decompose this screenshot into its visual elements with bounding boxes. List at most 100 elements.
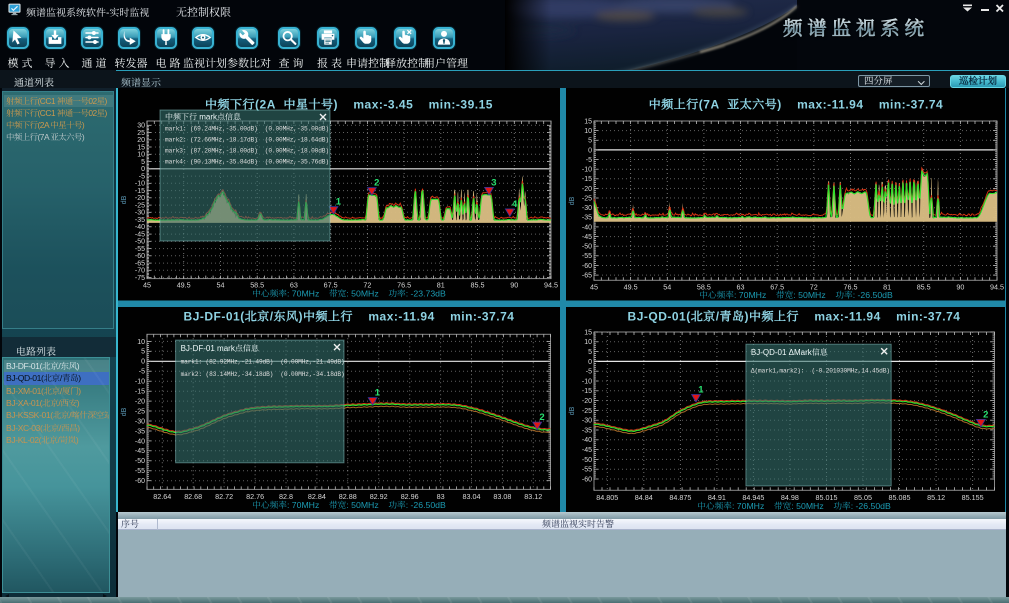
- svg-text:25: 25: [137, 130, 145, 137]
- svg-text:5: 5: [588, 349, 592, 356]
- svg-text:中频下行(2A 中星十号) max:-3.45: 中频下行(2A 中星十号) max:-3.45 min:-39.15: [205, 98, 493, 112]
- svg-text:10: 10: [137, 338, 145, 345]
- svg-text:10: 10: [584, 128, 592, 135]
- svg-text:-15: -15: [135, 388, 145, 395]
- svg-text:-55: -55: [581, 466, 591, 473]
- svg-text:5: 5: [588, 138, 592, 145]
- svg-text:-40: -40: [581, 437, 591, 444]
- svg-text:-20: -20: [135, 398, 145, 405]
- svg-text:dB: dB: [121, 195, 128, 204]
- svg-text:-55: -55: [135, 246, 145, 253]
- svg-text:85.155: 85.155: [961, 493, 983, 502]
- svg-text:-15: -15: [581, 176, 591, 183]
- svg-text:dB: dB: [569, 406, 576, 415]
- svg-text:-35: -35: [581, 215, 591, 222]
- svg-text:-60: -60: [135, 478, 145, 485]
- svg-text:85.5: 85.5: [916, 283, 930, 292]
- svg-text:Δ(mark1,mark2): (-0.201030MHz: Δ(mark1,mark2): (-0.201030MHz,14.45dB): [750, 367, 889, 374]
- svg-text:-40: -40: [135, 438, 145, 445]
- svg-text:49.5: 49.5: [177, 281, 191, 290]
- svg-text:-70: -70: [135, 268, 145, 275]
- svg-text:-30: -30: [135, 418, 145, 425]
- svg-text:dB: dB: [569, 196, 576, 205]
- svg-text:54: 54: [217, 281, 225, 290]
- svg-text:0: 0: [588, 358, 592, 365]
- svg-text:10: 10: [137, 152, 145, 159]
- svg-text:94.5: 94.5: [990, 283, 1004, 292]
- svg-text:85.5: 85.5: [471, 281, 485, 290]
- svg-text:15: 15: [584, 118, 592, 125]
- svg-text:84.805: 84.805: [596, 493, 618, 502]
- svg-text:0: 0: [141, 166, 145, 173]
- svg-text:-50: -50: [581, 244, 591, 251]
- svg-text:-10: -10: [581, 378, 591, 385]
- svg-text:83.12: 83.12: [524, 492, 542, 501]
- svg-text:-65: -65: [135, 261, 145, 268]
- svg-text:3: 3: [491, 177, 496, 188]
- svg-text:-60: -60: [135, 253, 145, 260]
- svg-text:15: 15: [584, 329, 592, 336]
- svg-text:5: 5: [141, 348, 145, 355]
- svg-text:中心频率: 70MHz 带宽: 50MHz 功率: 中心频率: 70MHz 带宽: 50MHz 功率: -26.50dB: [697, 501, 891, 511]
- svg-text:中心频率: 70MHz 带宽: 50MHz 功率: 中心频率: 70MHz 带宽: 50MHz 功率: -26.50dB: [699, 290, 893, 300]
- svg-text:2: 2: [983, 409, 988, 420]
- svg-text:0: 0: [588, 147, 592, 154]
- svg-text:mark2: (72.66MHz,-18.17dB) (0: mark2: (72.66MHz,-18.17dB) (0.00MHz,-18.…: [165, 137, 329, 144]
- svg-text:-10: -10: [581, 167, 591, 174]
- svg-text:中频下行 mark点信息: 中频下行 mark点信息: [165, 113, 242, 122]
- svg-text:82.64: 82.64: [153, 492, 171, 501]
- svg-text:-15: -15: [135, 188, 145, 195]
- svg-text:mark1: (69.24MHz,-35.00dB) (0: mark1: (69.24MHz,-35.00dB) (0.00MHz,-35.…: [165, 126, 329, 133]
- svg-text:45: 45: [143, 281, 151, 290]
- svg-text:2: 2: [539, 412, 544, 423]
- svg-text:mark3: (87.20MHz,-18.00dB) (0: mark3: (87.20MHz,-18.00dB) (0.00MHz,-18.…: [165, 148, 329, 155]
- svg-text:中心频率: 70MHz 带宽: 50MHz 功率: 中心频率: 70MHz 带宽: 50MHz 功率: -26.50dB: [252, 500, 446, 510]
- svg-text:1: 1: [698, 384, 704, 395]
- svg-text:-45: -45: [581, 234, 591, 241]
- svg-text:-60: -60: [581, 476, 591, 483]
- svg-text:-20: -20: [581, 186, 591, 193]
- svg-text:49.5: 49.5: [623, 283, 637, 292]
- svg-text:90: 90: [956, 283, 964, 292]
- svg-text:5: 5: [141, 159, 145, 166]
- svg-text:-25: -25: [581, 196, 591, 203]
- svg-text:-5: -5: [585, 157, 591, 164]
- svg-text:82.72: 82.72: [215, 492, 233, 501]
- svg-text:84.875: 84.875: [669, 493, 691, 502]
- svg-text:-40: -40: [135, 224, 145, 231]
- svg-text:BJ-QD-01 ΔMark信息: BJ-QD-01 ΔMark信息: [750, 348, 828, 357]
- svg-text:15: 15: [137, 144, 145, 151]
- svg-text:-20: -20: [135, 195, 145, 202]
- svg-text:10: 10: [584, 339, 592, 346]
- svg-text:-45: -45: [581, 447, 591, 454]
- svg-text:82.68: 82.68: [184, 492, 202, 501]
- svg-text:-30: -30: [581, 205, 591, 212]
- svg-text:-55: -55: [581, 253, 591, 260]
- svg-text:84.84: 84.84: [634, 493, 652, 502]
- svg-text:-50: -50: [581, 456, 591, 463]
- svg-text:中心频率: 70MHz 带宽: 50MHz 功率: 中心频率: 70MHz 带宽: 50MHz 功率: -23.73dB: [252, 289, 446, 299]
- svg-text:-15: -15: [581, 388, 591, 395]
- svg-text:0: 0: [141, 358, 145, 365]
- svg-text:-55: -55: [135, 468, 145, 475]
- svg-text:-25: -25: [581, 407, 591, 414]
- svg-text:-65: -65: [581, 273, 591, 280]
- svg-text:20: 20: [137, 137, 145, 144]
- svg-text:85.12: 85.12: [927, 493, 945, 502]
- svg-text:-30: -30: [581, 417, 591, 424]
- svg-text:4: 4: [512, 199, 518, 210]
- svg-text:BJ-DF-01 mark点信息: BJ-DF-01 mark点信息: [181, 344, 260, 353]
- svg-text:-35: -35: [135, 217, 145, 224]
- svg-text:mark4: (90.13MHz,-35.84dB) (0: mark4: (90.13MHz,-35.84dB) (0.00MHz,-35.…: [165, 159, 329, 166]
- svg-text:中频上行(7A 亚太六号) max:-11.94: 中频上行(7A 亚太六号) max:-11.94 min:-37.74: [648, 98, 942, 112]
- svg-text:-10: -10: [135, 378, 145, 385]
- svg-text:-35: -35: [135, 428, 145, 435]
- svg-text:-5: -5: [139, 368, 145, 375]
- svg-text:-5: -5: [585, 368, 591, 375]
- svg-text:-20: -20: [581, 398, 591, 405]
- svg-text:-40: -40: [581, 224, 591, 231]
- svg-text:-50: -50: [135, 239, 145, 246]
- svg-text:-10: -10: [135, 181, 145, 188]
- svg-text:-50: -50: [135, 458, 145, 465]
- svg-text:1: 1: [336, 197, 342, 208]
